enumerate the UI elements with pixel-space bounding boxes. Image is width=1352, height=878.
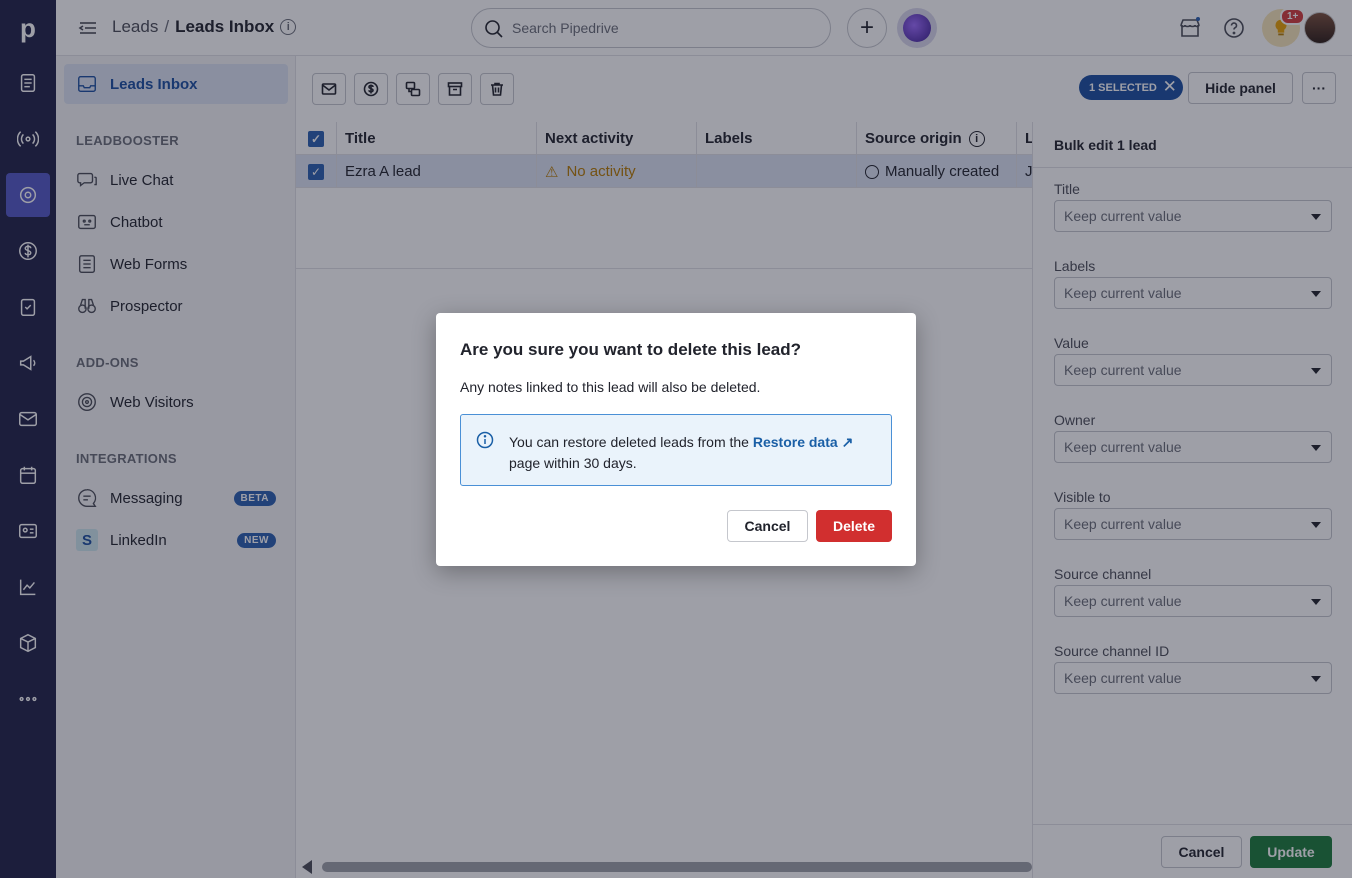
delete-confirm-dialog: Are you sure you want to delete this lea… [436,313,916,566]
info-icon [476,431,494,449]
external-link-icon: ↗ [841,434,854,450]
restore-data-link[interactable]: Restore data ↗ [753,434,853,450]
info-suffix: page within 30 days. [509,455,637,471]
info-text: You can restore deleted leads from the R… [509,432,879,474]
link-label: Restore data [752,434,838,450]
info-prefix: You can restore deleted leads from the [509,434,753,450]
restore-info-box: You can restore deleted leads from the R… [460,414,892,486]
cancel-button[interactable]: Cancel [727,510,808,542]
dialog-title: Are you sure you want to delete this lea… [460,340,802,359]
confirm-delete-button[interactable]: Delete [816,510,892,542]
dialog-message: Any notes linked to this lead will also … [460,379,761,395]
